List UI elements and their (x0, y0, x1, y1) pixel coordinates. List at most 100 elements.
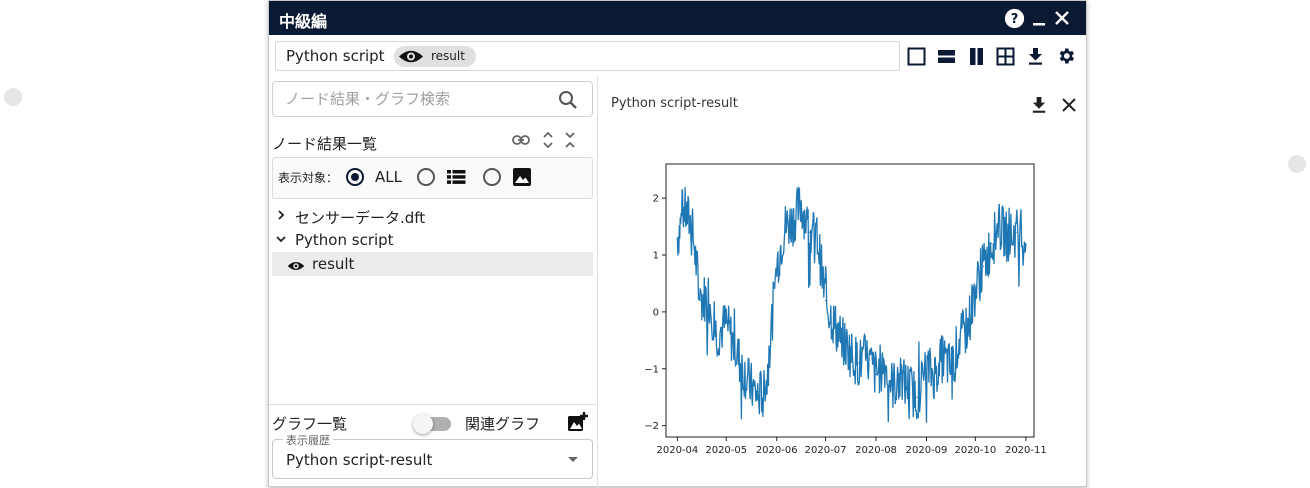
tree-item-label: Python script (295, 231, 394, 249)
data-point (707, 294, 709, 296)
data-point (991, 243, 993, 245)
eye-icon (398, 48, 424, 69)
search-input[interactable] (285, 88, 545, 110)
related-graph-toggle[interactable] (413, 414, 451, 434)
data-point (934, 373, 936, 376)
vertical-split-icon[interactable] (967, 47, 987, 67)
data-point (899, 379, 902, 381)
data-point (891, 385, 893, 387)
plot-area (665, 163, 1035, 438)
data-point (883, 362, 885, 364)
chevron-down-icon (274, 232, 288, 246)
tab-node-name: Python script (286, 47, 385, 65)
y-tick-label: 0 (653, 307, 659, 318)
data-point (841, 339, 843, 341)
data-point (683, 208, 685, 211)
related-graph-label: 関連グラフ (465, 415, 541, 433)
tree-item-result[interactable]: result (272, 252, 593, 276)
eye-icon (287, 258, 305, 276)
title-bar: 中級編 ? (269, 1, 1086, 35)
data-point (733, 345, 735, 347)
filter-radio-image[interactable] (483, 168, 501, 186)
data-point (741, 368, 744, 370)
data-point (784, 225, 786, 228)
filter-radio-table[interactable] (417, 168, 435, 186)
tree-item-label: センサーデータ.dft (295, 209, 426, 227)
line-chart: 2020-04 2020-05 2020-06 2020-07 2020-08 2020-… (644, 163, 1047, 456)
data-point (699, 299, 701, 302)
filter-label: 表示対象： (278, 171, 339, 185)
data-point (800, 203, 802, 205)
collapse-all-icon[interactable] (561, 131, 579, 149)
graph-panel: Python script-result 2020-04 2020-05 2020-… (599, 76, 1087, 488)
tree-item-python-script[interactable]: Python script (272, 228, 593, 252)
data-point (849, 351, 851, 353)
add-graph-icon[interactable] (567, 411, 589, 433)
x-tick-label: 2020-10 (954, 445, 996, 456)
x-tick-label: 2020-06 (756, 445, 798, 456)
data-point (857, 362, 859, 364)
display-filter: 表示対象： ALL (272, 157, 593, 199)
help-icon[interactable]: ? (1003, 7, 1025, 29)
data-point (999, 225, 1001, 228)
data-point (875, 373, 877, 376)
graph-list-title: グラフ一覧 (272, 415, 348, 433)
window-title: 中級編 (279, 12, 328, 31)
data-point (792, 220, 794, 222)
gear-icon[interactable] (1056, 46, 1076, 66)
x-tick-label: 2020-09 (906, 445, 948, 456)
result-chip[interactable]: result (394, 46, 476, 67)
data-point (958, 339, 960, 341)
filter-radio-all[interactable] (346, 168, 364, 186)
data-point (908, 385, 910, 387)
data-point (974, 288, 976, 290)
data-point (865, 356, 867, 358)
tree-item-label: result (312, 255, 355, 273)
horizontal-split-icon[interactable] (937, 47, 957, 67)
close-icon[interactable] (1051, 7, 1073, 29)
tree-item-sensor-data[interactable]: センサーデータ.dft (272, 204, 593, 228)
data-point (950, 368, 952, 370)
y-tick-label: −2 (644, 421, 659, 432)
data-point (833, 322, 835, 324)
download-icon[interactable] (1026, 47, 1046, 67)
data-point (982, 265, 985, 267)
chip-label: result (431, 49, 465, 63)
data-point (758, 396, 760, 398)
section-divider (269, 404, 598, 405)
data-point (916, 396, 918, 398)
data-point (725, 322, 727, 324)
minimize-icon[interactable] (1028, 7, 1050, 29)
grid-layout-icon[interactable] (996, 47, 1016, 67)
history-select[interactable]: 表示履歴 Python script-result (272, 432, 593, 479)
result-tab-bar: Python script result (275, 41, 900, 71)
data-point (676, 237, 678, 239)
left-pane: ノード結果一覧 表示対象： ALL センサーデー (269, 76, 598, 488)
history-value: Python script-result (286, 451, 433, 469)
x-tick-label: 2020-04 (656, 445, 698, 456)
data-point (691, 225, 693, 228)
filter-all-label: ALL (375, 168, 402, 186)
image-icon (513, 168, 531, 190)
search-box (272, 81, 593, 117)
single-layout-icon[interactable] (907, 47, 927, 67)
data-point (808, 231, 810, 233)
data-point (942, 356, 944, 358)
data-point (966, 328, 968, 330)
x-tick-label: 2020-05 (705, 445, 747, 456)
x-tick-label: 2020-08 (855, 445, 897, 456)
expand-all-icon[interactable] (539, 131, 557, 149)
y-tick-label: 2 (653, 194, 659, 205)
search-icon[interactable] (558, 90, 578, 114)
data-point (925, 368, 928, 370)
data-point (715, 334, 718, 336)
table-icon (447, 169, 466, 189)
data-point (824, 299, 827, 302)
link-icon[interactable] (512, 131, 530, 149)
data-point (766, 379, 768, 381)
x-tick-label: 2020-11 (1005, 445, 1047, 456)
node-list-title: ノード結果一覧 (272, 135, 378, 153)
y-tick-label: 1 (653, 251, 659, 262)
loading-dot-left (4, 88, 22, 106)
data-point (1007, 237, 1009, 239)
